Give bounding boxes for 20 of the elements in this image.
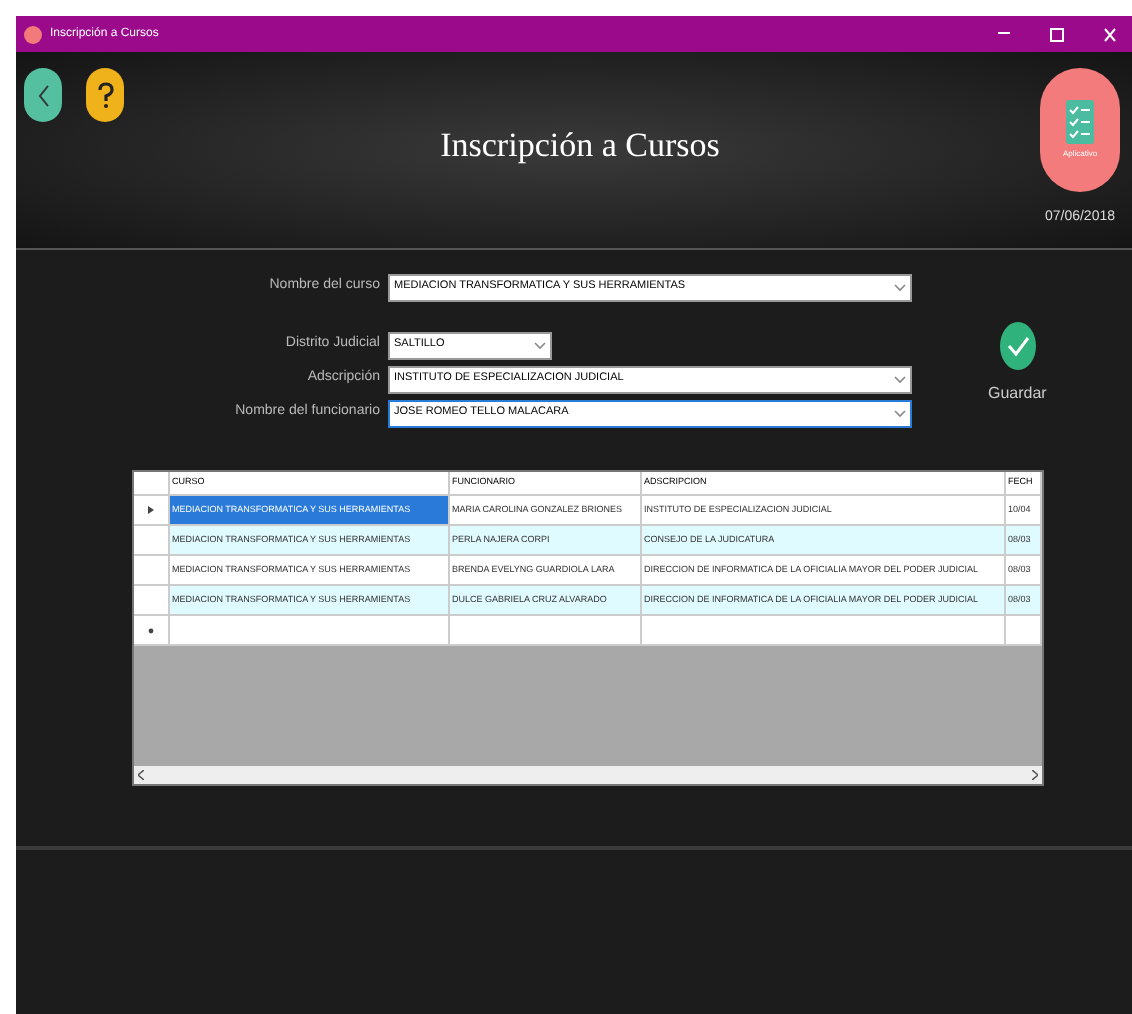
chevron-left-icon	[37, 83, 49, 107]
save-button[interactable]: Guardar	[988, 322, 1047, 406]
maximize-icon[interactable]	[1050, 27, 1064, 41]
scroll-left-icon[interactable]	[138, 770, 144, 780]
dropdown-caret-icon[interactable]	[894, 375, 906, 383]
row-pointer-icon	[148, 506, 154, 514]
dropdown-caret-icon[interactable]	[894, 283, 906, 291]
dropdown-caret-icon[interactable]	[894, 409, 906, 417]
horizontal-scrollbar[interactable]	[134, 766, 1042, 784]
minimize-icon[interactable]	[998, 32, 1010, 36]
page-title: Inscripción a Cursos	[440, 124, 720, 169]
question-mark-icon	[97, 81, 113, 109]
back-button[interactable]	[24, 68, 62, 122]
dropdown-caret-icon[interactable]	[534, 341, 546, 349]
checkmark-icon	[999, 322, 1036, 370]
app-icon	[24, 25, 42, 43]
close-icon[interactable]	[1104, 27, 1116, 41]
help-button[interactable]	[86, 68, 124, 122]
checklist-icon	[1066, 100, 1094, 144]
scroll-right-icon[interactable]	[1032, 770, 1038, 780]
